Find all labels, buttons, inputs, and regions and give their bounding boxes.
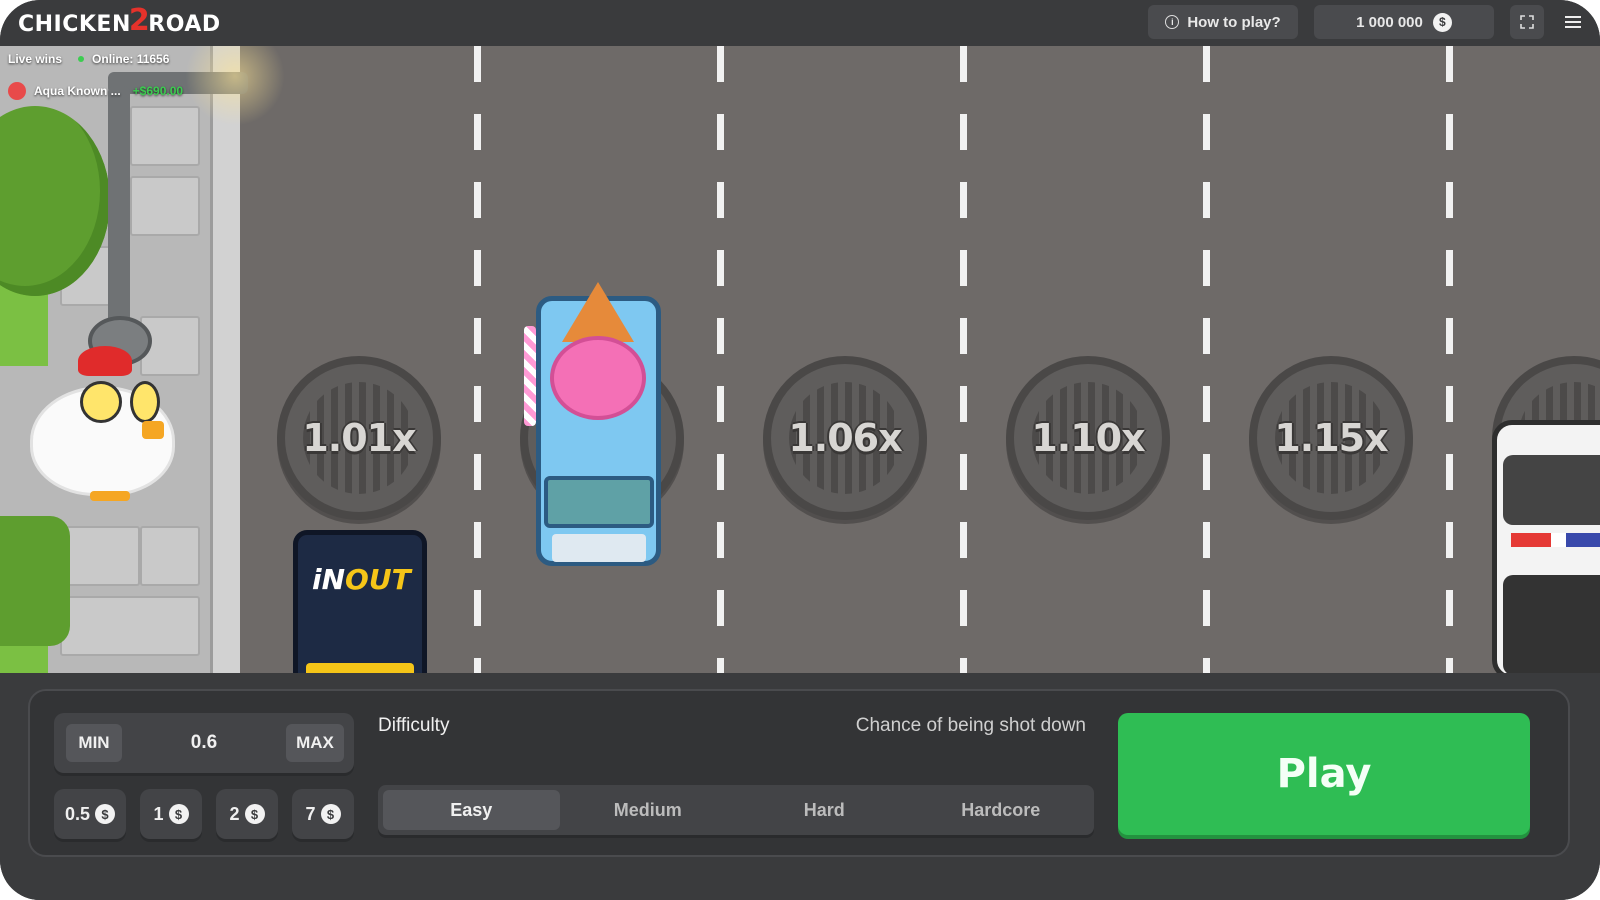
multiplier-label: 1.01x xyxy=(302,416,416,460)
bet-panel: MIN 0.6 MAX 0.5 $ 1 $ 2 $ 7 $ Difficulty… xyxy=(28,689,1570,857)
inout-van: iNOUT xyxy=(293,530,427,673)
online-dot-icon xyxy=(78,56,85,62)
balance-display: 1 000 000 $ xyxy=(1314,5,1494,39)
manhole-lane-4[interactable]: 1.10x xyxy=(1006,356,1170,520)
live-wins-panel: Live wins Online: 11656 Aqua Known ... +… xyxy=(8,52,183,100)
difficulty-tab-hard[interactable]: Hard xyxy=(736,790,913,830)
balance-value: 1 000 000 xyxy=(1356,13,1423,31)
min-bet-button[interactable]: MIN xyxy=(66,724,122,762)
manhole-lane-5[interactable]: 1.15x xyxy=(1249,356,1413,520)
online-count: Online: 11656 xyxy=(78,52,169,66)
difficulty-selector: Easy Medium Hard Hardcore xyxy=(378,785,1094,835)
difficulty-tab-easy[interactable]: Easy xyxy=(383,790,560,830)
live-win-entry: Aqua Known ... +$690.00 xyxy=(8,82,183,100)
inout-logo: iNOUT xyxy=(312,563,411,596)
manhole-lane-3[interactable]: 1.06x xyxy=(763,356,927,520)
police-lightbar xyxy=(1511,533,1600,547)
bet-amount-box: MIN 0.6 MAX xyxy=(54,713,354,773)
play-button[interactable]: Play xyxy=(1118,713,1530,835)
quick-bet-1[interactable]: 1 $ xyxy=(140,789,202,839)
curb xyxy=(210,46,240,673)
fullscreen-button[interactable] xyxy=(1510,5,1544,39)
quick-bet-0-5[interactable]: 0.5 $ xyxy=(54,789,126,839)
lane-divider xyxy=(717,46,724,673)
difficulty-tab-hardcore[interactable]: Hardcore xyxy=(913,790,1090,830)
chicken-character xyxy=(30,346,180,506)
bet-amount-input[interactable]: 0.6 xyxy=(134,713,274,773)
game-logo: CHICKEN 2 ROAD xyxy=(18,2,221,38)
menu-button[interactable] xyxy=(1556,5,1590,39)
lane-divider xyxy=(1446,46,1453,673)
live-wins-title: Live wins xyxy=(8,52,63,66)
control-bar: MIN 0.6 MAX 0.5 $ 1 $ 2 $ 7 $ Difficulty… xyxy=(0,673,1600,900)
hamburger-menu-icon xyxy=(1565,16,1581,28)
dollar-coin-icon: $ xyxy=(244,804,265,824)
sidewalk-brick xyxy=(60,526,140,586)
manhole-lane-1[interactable]: 1.01x xyxy=(277,356,441,520)
dollar-coin-icon: $ xyxy=(1432,12,1452,32)
police-car xyxy=(1492,420,1600,673)
sidewalk-brick xyxy=(130,106,200,166)
player-name: Aqua Known ... xyxy=(34,84,121,98)
dollar-coin-icon: $ xyxy=(95,804,116,824)
game-road-scene: 1.01x 1.06x 1.10x 1.15x iNOUT xyxy=(0,46,1600,673)
lane-divider xyxy=(474,46,481,673)
info-icon: i xyxy=(1165,15,1180,29)
game-window: CHICKEN 2 ROAD i How to play? 1 000 000 $ xyxy=(0,0,1600,900)
how-to-play-label: How to play? xyxy=(1187,13,1281,31)
sidewalk-brick xyxy=(140,526,200,586)
lamp-light-glow xyxy=(185,46,285,126)
avatar xyxy=(8,82,26,100)
how-to-play-button[interactable]: i How to play? xyxy=(1148,5,1298,39)
max-bet-button[interactable]: MAX xyxy=(286,724,344,762)
lane-divider xyxy=(960,46,967,673)
chance-label: Chance of being shot down xyxy=(855,715,1086,736)
multiplier-label: 1.10x xyxy=(1031,416,1145,460)
difficulty-label: Difficulty xyxy=(378,715,450,736)
fullscreen-icon xyxy=(1520,15,1534,29)
bush xyxy=(0,516,70,646)
win-amount: +$690.00 xyxy=(132,84,184,98)
top-bar: CHICKEN 2 ROAD i How to play? 1 000 000 $ xyxy=(0,0,1600,46)
multiplier-label: 1.15x xyxy=(1274,416,1388,460)
multiplier-label: 1.06x xyxy=(788,416,902,460)
ice-cream-truck xyxy=(522,282,672,576)
dollar-coin-icon: $ xyxy=(320,804,341,824)
street-lamp-pole xyxy=(108,86,130,336)
quick-bet-7[interactable]: 7 $ xyxy=(292,789,354,839)
quick-bet-2[interactable]: 2 $ xyxy=(216,789,278,839)
lane-divider xyxy=(1203,46,1210,673)
dollar-coin-icon: $ xyxy=(168,804,189,824)
difficulty-tab-medium[interactable]: Medium xyxy=(560,790,737,830)
sidewalk-brick xyxy=(60,596,200,656)
sidewalk-brick xyxy=(130,176,200,236)
